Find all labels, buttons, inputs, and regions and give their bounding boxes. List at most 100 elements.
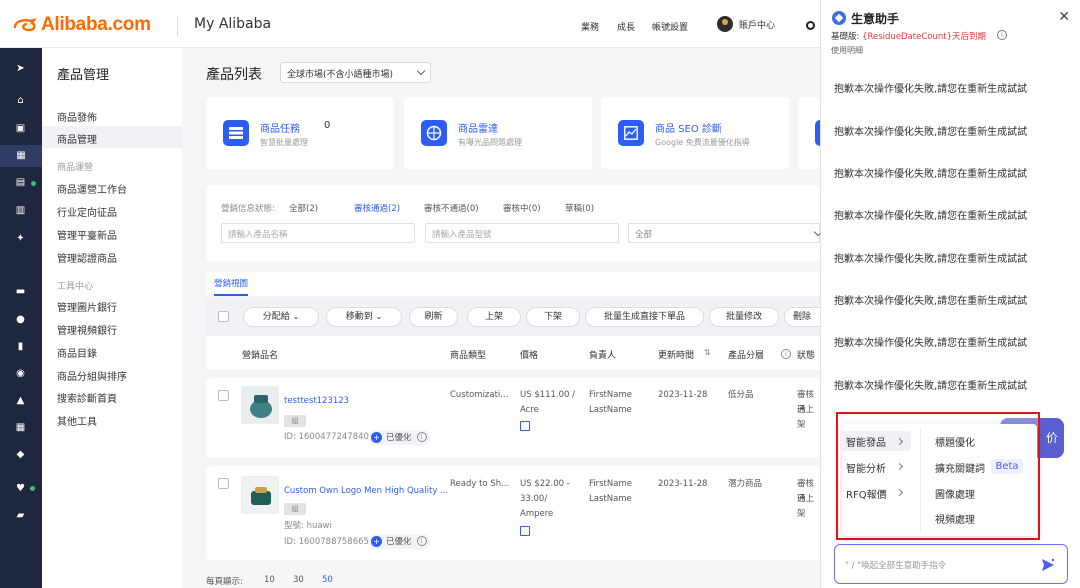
menu-item-industry[interactable]: 行业定向征品	[57, 204, 117, 219]
marketing-icon[interactable]: ▤	[15, 177, 26, 188]
bank-icon[interactable]: ▦	[15, 422, 26, 433]
menu-item-catalog[interactable]: 商品目錄	[57, 345, 97, 360]
customers-icon[interactable]: ●	[15, 314, 26, 325]
briefcase-icon[interactable]: ▰	[15, 510, 26, 521]
home-icon[interactable]: ⌂	[15, 95, 26, 106]
row-checkbox[interactable]	[218, 390, 229, 401]
move-to-button[interactable]: 移動到 ⌄	[326, 307, 402, 327]
menu-video-processing[interactable]: 視頻處理	[935, 511, 975, 526]
filter-all[interactable]: 全部(2)	[289, 202, 318, 214]
info-icon[interactable]: i	[781, 349, 791, 359]
menu-item-platform-new[interactable]: 管理平臺新品	[57, 227, 117, 242]
refresh-button[interactable]: 刷新	[409, 307, 458, 327]
filter-draft[interactable]: 草稿(0)	[565, 202, 594, 214]
product-name-input[interactable]: 請輸入產品名稱	[221, 223, 415, 243]
menu-smart-analysis[interactable]: 智能分析	[846, 460, 886, 475]
filter-select[interactable]: 全部	[628, 223, 823, 243]
product-type: Ready to Sh...	[450, 479, 510, 489]
market-select[interactable]: 全球市場(不含小語種市場)	[280, 62, 431, 83]
menu-item-video-bank[interactable]: 管理視頻銀行	[57, 322, 117, 337]
filter-select-value: 全部	[635, 230, 653, 240]
optimized-badge[interactable]: + 已優化 i	[368, 534, 430, 549]
products-icon[interactable]: ▦	[0, 145, 42, 167]
view-tabs: 營銷視圖	[206, 272, 820, 296]
delist-button[interactable]: 下架	[526, 307, 580, 327]
col-price: 價格	[520, 351, 539, 361]
command-input[interactable]: " / "喚起全部生意助手指令	[834, 544, 1068, 584]
store-icon[interactable]: ▣	[15, 123, 26, 134]
assistant-title: 生意助手	[851, 12, 900, 26]
card-partial	[798, 97, 820, 169]
message-icon[interactable]: ▬	[15, 286, 26, 297]
product-model-input[interactable]: 請輸入產品型號	[425, 223, 619, 243]
product-thumbnail[interactable]	[241, 476, 279, 514]
command-input-placeholder: " / "喚起全部生意助手指令	[845, 561, 947, 571]
page-size-30[interactable]: 30	[293, 575, 304, 585]
card-product-radar[interactable]: 商品雷達 有曝光品問題處理	[404, 97, 592, 169]
page-size-50[interactable]: 50	[322, 575, 333, 585]
filter-rejected[interactable]: 審核不通過(0)	[424, 202, 479, 214]
nav-growth[interactable]: 成長	[617, 20, 635, 33]
col-updated[interactable]: 更新時間	[658, 348, 694, 361]
menu-expand-keywords[interactable]: 擴充關鍵詞	[935, 460, 985, 475]
row-checkbox[interactable]	[218, 478, 229, 489]
assign-to-button[interactable]: 分配給 ⌄	[243, 307, 319, 327]
analytics-icon[interactable]: ▥	[15, 205, 26, 216]
product-thumbnail[interactable]	[241, 386, 279, 424]
close-icon[interactable]: ✕	[1058, 9, 1070, 25]
optimized-badge[interactable]: + 已優化 i	[368, 430, 430, 445]
globe-icon[interactable]: ◉	[15, 368, 26, 379]
menu-item-image-bank[interactable]: 管理圖片銀行	[57, 299, 117, 314]
price-line: 33.00/	[520, 494, 548, 504]
usage-details-link[interactable]: 使用明細	[831, 45, 863, 56]
filter-panel: 營銷信息狀態: 全部(2) 審核通過(2) 審核不通過(0) 審核中(0) 草稿…	[206, 185, 823, 261]
orders-icon[interactable]: ▮	[15, 341, 26, 352]
notification-icon[interactable]	[806, 21, 815, 30]
menu-item-grouping[interactable]: 商品分組與排序	[57, 368, 127, 383]
info-icon[interactable]: i	[997, 30, 1007, 40]
batch-direct-order-button[interactable]: 批量生成直接下單品	[585, 307, 704, 327]
tab-marketing-view[interactable]: 營銷視圖	[214, 277, 249, 296]
menu-image-processing[interactable]: 圖像處理	[935, 486, 975, 501]
menu-item-workbench[interactable]: 商品運營工作台	[57, 181, 127, 196]
edit-icon[interactable]	[520, 526, 530, 536]
beta-badge: Beta	[991, 459, 1023, 474]
product-tag: 組	[284, 415, 306, 427]
filter-approved[interactable]: 審核通過(2)	[354, 202, 400, 214]
send-magic-icon[interactable]	[1041, 558, 1055, 572]
account-center[interactable]: 賬戶中心	[717, 16, 775, 32]
batch-edit-button[interactable]: 批量修改	[709, 307, 779, 327]
card-product-tasks[interactable]: 商品任務 0 智慧批量處理	[206, 97, 394, 169]
menu-item-manage[interactable]: 商品管理	[57, 131, 97, 146]
filter-pending[interactable]: 審核中(0)	[503, 202, 541, 214]
select-all-checkbox[interactable]	[218, 311, 229, 322]
list-button[interactable]: 上架	[467, 307, 521, 327]
menu-item-other-tools[interactable]: 其他工具	[57, 413, 97, 428]
menu-item-search-diagnosis[interactable]: 搜索診斷首頁	[57, 390, 117, 405]
tools-icon[interactable]: ✦	[15, 233, 26, 244]
bell-icon[interactable]: ▲	[15, 395, 26, 406]
alibaba-logo[interactable]: Alibaba.com	[12, 14, 151, 36]
sort-icon[interactable]: ⇅	[704, 348, 711, 357]
send-icon[interactable]: ➤	[15, 63, 26, 74]
edit-icon[interactable]	[520, 421, 530, 431]
plus-icon: +	[371, 536, 382, 547]
menu-item-publish[interactable]: 商品發佈	[57, 109, 97, 124]
table-row: Custom Own Logo Men High Quality ... 組 型…	[206, 466, 820, 560]
page-size-10[interactable]: 10	[264, 575, 275, 585]
product-name-link[interactable]: Custom Own Logo Men High Quality ...	[284, 486, 448, 496]
shield-icon[interactable]: ◆	[15, 449, 26, 460]
menu-item-certified[interactable]: 管理認證商品	[57, 250, 117, 265]
col-owner: 負責人	[589, 351, 617, 361]
assistant-logo-icon	[832, 11, 846, 25]
nav-account-settings[interactable]: 帳號設置	[652, 20, 688, 33]
card-seo-diagnosis[interactable]: 商品 SEO 診斷 Google 免費流量優化指導	[601, 97, 789, 169]
menu-rfq-quote[interactable]: RFQ報價	[846, 486, 887, 501]
product-name-link[interactable]: testtest123123	[284, 396, 349, 406]
menu-title-optimize[interactable]: 標題優化	[935, 434, 975, 449]
delete-button[interactable]: 刪除	[784, 307, 824, 327]
col-type: 商品類型	[450, 351, 487, 361]
product-tier: 低分品	[728, 390, 754, 400]
heart-icon[interactable]: ♥	[15, 483, 26, 494]
nav-business[interactable]: 業務	[581, 20, 599, 33]
